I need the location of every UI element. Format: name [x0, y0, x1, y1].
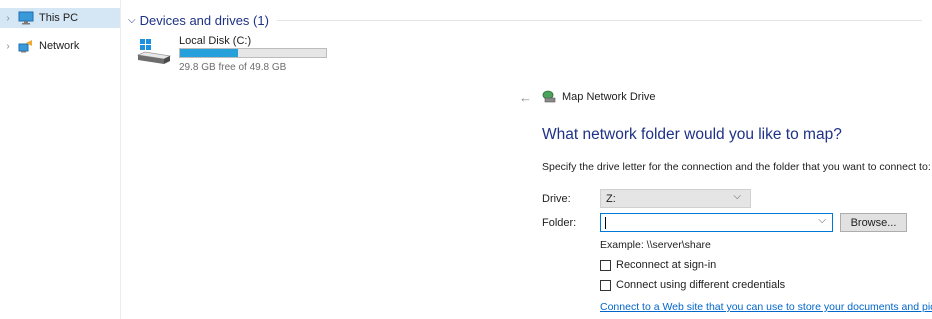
- chevron-right-icon[interactable]: ›: [3, 13, 13, 24]
- wizard-instructions: Specify the drive letter for the connect…: [542, 161, 931, 173]
- monitor-icon: [18, 11, 34, 25]
- drive-name: Local Disk (C:): [179, 35, 252, 47]
- folder-label: Folder:: [542, 217, 577, 229]
- reconnect-checkbox[interactable]: [600, 259, 611, 271]
- reconnect-label: Reconnect at sign-in: [616, 259, 717, 271]
- nav-item-label: Network: [39, 40, 80, 52]
- devices-group-header[interactable]: ⌵ Devices and drives (1): [128, 12, 932, 28]
- browse-button[interactable]: Browse...: [840, 213, 907, 232]
- nav-item-this-pc[interactable]: › This PC: [0, 8, 120, 28]
- nav-item-label: This PC: [39, 12, 79, 24]
- wizard-title: Map Network Drive: [562, 90, 656, 103]
- chevron-right-icon[interactable]: ›: [3, 41, 13, 52]
- group-divider: [276, 19, 922, 21]
- hard-drive-icon: [136, 38, 172, 72]
- wizard-title-bar: Map Network Drive: [542, 90, 656, 103]
- drive-free-space: 29.8 GB free of 49.8 GB: [179, 62, 287, 73]
- credentials-label: Connect using different credentials: [616, 279, 786, 291]
- web-site-link[interactable]: Connect to a Web site that you can use t…: [600, 301, 932, 313]
- folder-example: Example: \\server\share: [600, 239, 711, 251]
- drive-letter-select[interactable]: Z: ⌵: [600, 189, 751, 208]
- reconnect-checkbox-row[interactable]: Reconnect at sign-in: [600, 259, 716, 271]
- chevron-down-icon[interactable]: ⌵: [818, 215, 826, 226]
- back-arrow-icon[interactable]: ←: [519, 90, 532, 105]
- network-icon: [18, 39, 34, 53]
- text-caret: [605, 216, 606, 229]
- navigation-pane: › This PC › Network: [0, 0, 121, 319]
- wizard-heading: What network folder would you like to ma…: [542, 126, 842, 143]
- nav-item-network[interactable]: › Network: [0, 36, 120, 56]
- drive-item-c[interactable]: Local Disk (C:) 29.8 GB free of 49.8 GB: [136, 33, 347, 73]
- drive-letter-value: Z:: [606, 192, 616, 205]
- chevron-down-icon: ⌵: [733, 191, 741, 202]
- drive-usage-fill: [180, 49, 239, 57]
- drive-label: Drive:: [542, 193, 571, 205]
- credentials-checkbox[interactable]: [600, 279, 611, 291]
- chevron-down-icon: ⌵: [128, 14, 136, 26]
- credentials-checkbox-row[interactable]: Connect using different credentials: [600, 279, 785, 291]
- drive-usage-bar: [179, 48, 327, 58]
- network-drive-icon: [542, 90, 556, 103]
- folder-input[interactable]: ⌵: [600, 213, 833, 232]
- group-title: Devices and drives (1): [139, 12, 269, 28]
